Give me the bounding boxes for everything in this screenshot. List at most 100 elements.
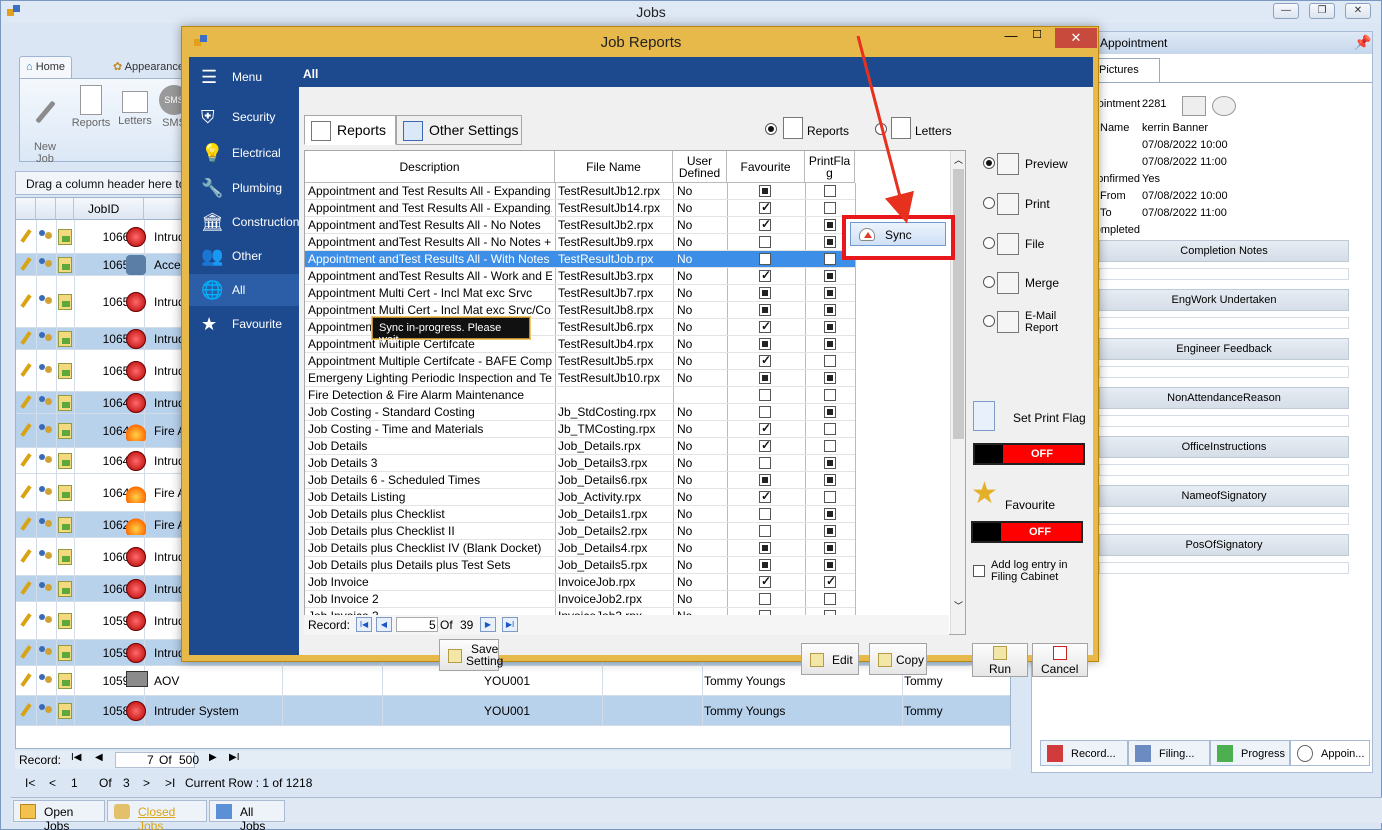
print-flag-checkbox[interactable] [824,574,836,588]
table-row[interactable]: Job Costing - Time and Materials Jb_TMCos… [305,421,855,438]
report-icon[interactable] [1182,96,1206,116]
table-row[interactable]: Job Details 3 Job_Details3.rpx No [305,455,855,472]
last-record-button[interactable]: ▶I [502,617,518,632]
favourite-checkbox[interactable] [759,185,771,197]
print-flag-checkbox[interactable] [824,321,836,333]
column-header-favourite[interactable]: Favourite [727,151,805,183]
favourite-checkbox[interactable] [759,525,771,537]
document-icon[interactable] [58,422,72,439]
next-page-button[interactable]: > [143,776,150,790]
edit-pencil-icon[interactable] [18,673,32,689]
filing-tab[interactable]: Filing... [1128,740,1210,766]
people-icon[interactable] [38,294,54,310]
set-print-flag-toggle[interactable]: OFF [973,443,1085,465]
document-icon[interactable] [58,362,72,379]
people-icon[interactable] [38,453,54,469]
run-button[interactable]: Run [972,643,1028,677]
detail-section-field[interactable] [1099,268,1349,280]
ribbon-tab-appearance[interactable]: ✿ Appearance [107,56,190,78]
people-icon[interactable] [38,581,54,597]
detail-section-field[interactable] [1099,562,1349,574]
print-flag-checkbox[interactable] [824,304,836,316]
detail-section-header[interactable]: NonAttendanceReason [1099,387,1349,409]
print-flag-checkbox[interactable] [824,406,836,418]
favourite-checkbox[interactable] [759,200,771,214]
favourite-checkbox[interactable] [759,287,771,299]
document-icon[interactable] [58,256,72,273]
pin-icon[interactable]: 📌 [1354,34,1371,51]
detail-section-field[interactable] [1099,513,1349,525]
table-row[interactable]: Appointment and Test Results All - Expan… [305,183,855,200]
print-flag-checkbox[interactable] [824,219,836,231]
edit-pencil-icon[interactable] [18,613,32,629]
column-header-print-flag[interactable]: PrintFla g [805,151,855,183]
people-icon[interactable] [38,703,54,719]
favourite-checkbox[interactable] [759,304,771,316]
preview-radio[interactable] [983,157,995,169]
table-row[interactable]: Emergeny Lighting Periodic Inspection an… [305,370,855,387]
grid-header-jobid[interactable]: JobID [74,198,144,220]
people-icon[interactable] [38,613,54,629]
favourite-checkbox[interactable] [759,474,771,486]
tab-other-settings[interactable]: Other Settings [396,115,522,145]
ribbon-tab-home[interactable]: ⌂ Home [19,56,73,78]
letters-button[interactable]: Letters [112,85,158,127]
all-jobs-tab[interactable]: All Jobs [209,800,285,830]
print-flag-checkbox[interactable] [824,423,836,435]
document-icon[interactable] [58,330,72,347]
menu-item-construction[interactable]: 🏛 Construction [189,206,299,238]
prev-page-button[interactable]: < [49,776,56,790]
detail-section-field[interactable] [1099,366,1349,378]
edit-pencil-icon[interactable] [18,229,32,245]
print-flag-checkbox[interactable] [824,559,836,571]
print-flag-checkbox[interactable] [824,236,836,248]
minimize-button[interactable]: — [1273,3,1299,19]
table-row[interactable]: Appointment andTest Results All - Work a… [305,268,855,285]
table-row[interactable]: Job Invoice InvoiceJob.rpx No [305,574,855,591]
favourite-checkbox[interactable] [759,542,771,554]
favourite-checkbox[interactable] [759,438,771,452]
group-by-panel[interactable]: Drag a column header here to group by th… [15,171,191,195]
edit-pencil-icon[interactable] [18,517,32,533]
table-row[interactable]: 10587 Intruder System YOU001 Tommy Youngs To… [16,696,1010,726]
reports-radio[interactable] [765,123,777,135]
last-page-button[interactable]: >I [165,776,175,790]
close-button[interactable]: ✕ [1345,3,1371,19]
people-icon[interactable] [38,331,54,347]
first-page-button[interactable]: I< [25,776,35,790]
menu-item-menu[interactable]: ☰ Menu [189,61,299,93]
print-flag-checkbox[interactable] [824,593,836,605]
print-flag-checkbox[interactable] [824,338,836,350]
document-icon[interactable] [58,612,72,629]
edit-pencil-icon[interactable] [18,581,32,597]
appointment-tab[interactable]: Appoin... [1290,740,1370,766]
menu-item-security[interactable]: ⛨ Security [189,101,299,133]
print-flag-checkbox[interactable] [824,491,836,503]
favourite-checkbox[interactable] [759,508,771,520]
edit-pencil-icon[interactable] [18,423,32,439]
favourite-checkbox[interactable] [759,389,771,401]
edit-pencil-icon[interactable] [18,485,32,501]
favourite-checkbox[interactable] [759,574,771,588]
last-record-button[interactable]: ▶I [229,752,239,763]
menu-item-electrical[interactable]: 💡 Electrical [189,137,299,169]
favourite-checkbox[interactable] [759,421,771,435]
edit-pencil-icon[interactable] [18,331,32,347]
column-header-description[interactable]: Description [305,151,555,183]
table-row[interactable]: Appointment andTest Results All - With N… [305,251,855,268]
favourite-checkbox[interactable] [759,593,771,605]
favourite-checkbox[interactable] [759,406,771,418]
edit-pencil-icon[interactable] [18,703,32,719]
print-flag-checkbox[interactable] [824,474,836,486]
reports-button[interactable]: Reports [68,85,114,129]
scrollbar-thumb[interactable] [953,169,964,439]
first-record-button[interactable]: I◀ [356,617,372,632]
table-row[interactable]: Job Details plus Checklist Job_Details1.r… [305,506,855,523]
menu-item-plumbing[interactable]: 🔧 Plumbing [189,172,299,204]
letters-radio[interactable] [875,123,887,135]
save-setting-button[interactable]: Save Setting [439,639,503,671]
print-flag-checkbox[interactable] [824,542,836,554]
favourite-checkbox[interactable] [759,338,771,350]
favourite-checkbox[interactable] [759,372,771,384]
open-jobs-tab[interactable]: Open Jobs [13,800,105,830]
